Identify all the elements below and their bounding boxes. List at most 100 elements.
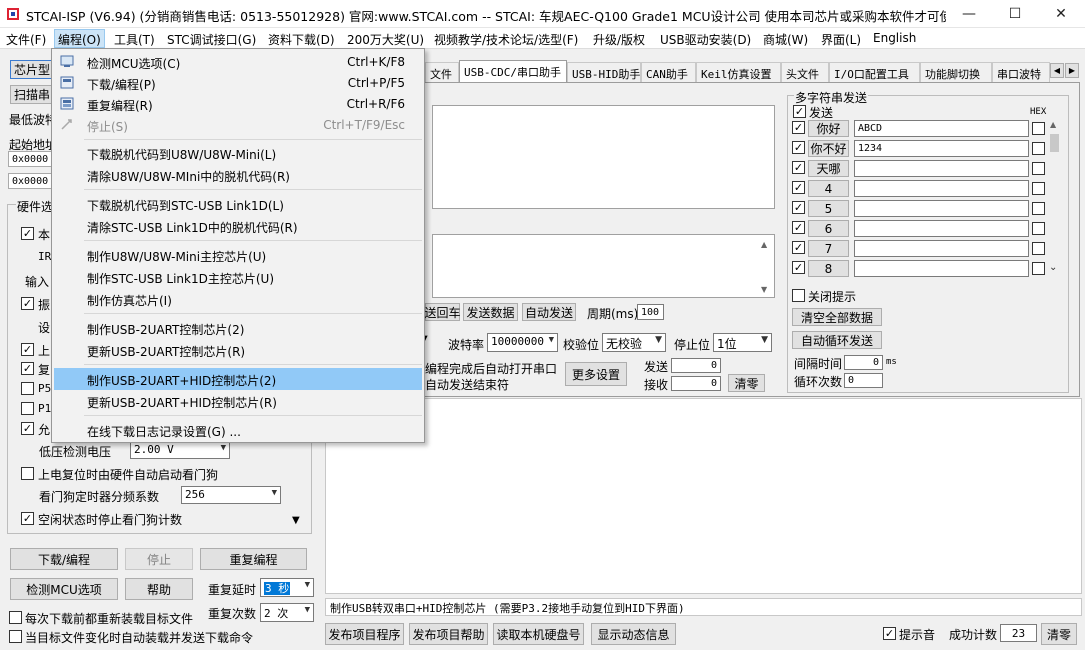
loop-count-input[interactable]: 0 (844, 373, 883, 388)
scan-port-button[interactable]: 扫描串 (10, 85, 52, 104)
menu-item-download-program[interactable]: 下载/编程(P) Ctrl+P/F5 (54, 72, 422, 94)
send-return-button[interactable]: 送回车 (425, 303, 461, 321)
multi-row-hex-checkbox[interactable] (1032, 122, 1045, 135)
maximize-button[interactable]: ☐ (992, 0, 1038, 28)
menu-item-clear-offline-u8w[interactable]: 清除U8W/U8W-MIni中的脱机代码(R) (54, 164, 422, 186)
repeat-delay-select[interactable]: 3 秒 ▼ (260, 578, 314, 597)
multi-row-hex-checkbox[interactable] (1032, 182, 1045, 195)
scroll-down-icon[interactable]: ▼ (761, 285, 767, 294)
multi-row-value-input[interactable] (854, 220, 1029, 237)
multi-row-send-checkbox[interactable]: ✓ (792, 241, 805, 254)
option-checkbox-9[interactable] (21, 402, 34, 415)
repeat-count-select[interactable]: 2 次 ▼ (260, 603, 314, 622)
multi-scrollbar[interactable]: ▲ ⌄ (1048, 120, 1061, 280)
interval-input[interactable]: 0 (844, 355, 883, 370)
menu-file[interactable]: 文件(F) (6, 31, 46, 48)
scroll-down-icon[interactable]: ⌄ (1049, 262, 1057, 273)
option-checkbox-4[interactable]: ✓ (21, 297, 34, 310)
menu-debug-interface[interactable]: STC调试接口(G) (167, 31, 256, 48)
scrollbar-thumb[interactable] (1050, 134, 1059, 152)
tab-header-file[interactable]: 头文件 (781, 62, 829, 82)
multi-row-name-button[interactable]: 天哪 (808, 160, 849, 177)
chip-model-button[interactable]: 芯片型 (10, 60, 52, 79)
close-button[interactable]: ✕ (1038, 0, 1084, 28)
parity-select[interactable]: 无校验 ▼ (602, 333, 666, 352)
tab-file[interactable]: 文件 (425, 62, 459, 82)
tab-can[interactable]: CAN助手 (641, 62, 696, 82)
clear-all-button[interactable]: 清空全部数据 (792, 308, 882, 326)
menu-ui[interactable]: 界面(L) (821, 31, 861, 48)
tab-io-config[interactable]: I/O口配置工具 (829, 62, 920, 82)
menu-english[interactable]: English (873, 31, 916, 45)
detect-mcu-button[interactable]: 检测MCU选项 (10, 578, 118, 600)
menu-prize[interactable]: 200万大奖(U) (347, 31, 424, 48)
menu-program[interactable]: 编程(O) (54, 29, 105, 48)
multi-row-value-input[interactable] (854, 240, 1029, 257)
publish-help-button[interactable]: 发布项目帮助 (409, 623, 488, 645)
idle-wdt-checkbox[interactable]: ✓ (21, 512, 34, 525)
publish-program-button[interactable]: 发布项目程序 (325, 623, 404, 645)
download-program-button[interactable]: 下载/编程 (10, 548, 118, 570)
menu-item-repeat-program[interactable]: 重复编程(R) Ctrl+R/F6 (54, 93, 422, 115)
reload-checkbox[interactable] (9, 611, 22, 624)
show-dynamic-info-button[interactable]: 显示动态信息 (591, 623, 676, 645)
menu-item-update-usb-2uart[interactable]: 更新USB-2UART控制芯片(R) (54, 339, 422, 361)
multi-row-hex-checkbox[interactable] (1032, 142, 1045, 155)
repeat-program-button[interactable]: 重复编程 (200, 548, 307, 570)
menu-item-stop[interactable]: 停止(S) Ctrl+T/F9/Esc (54, 114, 422, 136)
read-disk-id-button[interactable]: 读取本机硬盘号 (493, 623, 584, 645)
tab-scroll-right-icon[interactable]: ▶ (1065, 63, 1079, 78)
multi-row-name-button[interactable]: 5 (808, 200, 849, 217)
tab-usb-hid[interactable]: USB-HID助手 (567, 62, 641, 82)
auto-send-button[interactable]: 自动发送 (522, 303, 576, 321)
menu-item-make-usb-2uart[interactable]: 制作USB-2UART控制芯片(2) (54, 317, 422, 339)
period-input[interactable]: 100 (637, 304, 664, 320)
multi-row-name-button[interactable]: 8 (808, 260, 849, 277)
menu-item-detect-mcu[interactable]: 检测MCU选项(C) Ctrl+K/F8 (54, 51, 422, 73)
multi-row-hex-checkbox[interactable] (1032, 162, 1045, 175)
multi-row-value-input[interactable] (854, 180, 1029, 197)
tab-pin-switch[interactable]: 功能脚切换 (920, 62, 992, 82)
multi-row-name-button[interactable]: 你好 (808, 120, 849, 137)
stop-button[interactable]: 停止 (125, 548, 193, 570)
menu-item-make-usb-2uart-hid[interactable]: 制作USB-2UART+HID控制芯片(2) (54, 368, 422, 390)
option-checkbox-1[interactable]: ✓ (21, 227, 34, 240)
clear-count-button[interactable]: 清零 (728, 374, 765, 392)
help-button[interactable]: 帮助 (125, 578, 193, 600)
auto-send-checkbox[interactable] (9, 630, 22, 643)
multi-row-value-input[interactable] (854, 160, 1029, 177)
receive-buffer[interactable] (432, 105, 775, 209)
multi-row-value-input[interactable]: 1234 (854, 140, 1029, 157)
menu-upgrade[interactable]: 升级/版权 (593, 31, 645, 48)
menu-item-make-link1d-chip[interactable]: 制作STC-USB Link1D主控芯片(U) (54, 266, 422, 288)
menu-downloads[interactable]: 资料下载(D) (268, 31, 335, 48)
minimize-button[interactable]: — (946, 0, 992, 28)
beep-checkbox[interactable]: ✓ (883, 627, 896, 640)
multi-row-hex-checkbox[interactable] (1032, 242, 1045, 255)
baud-select[interactable]: 10000000 ▼ (487, 333, 558, 352)
menu-item-download-offline-link1d[interactable]: 下载脱机代码到STC-USB Link1D(L) (54, 193, 422, 215)
menu-video[interactable]: 视频教学/技术论坛/选型(F) (434, 31, 578, 48)
clear-success-button[interactable]: 清零 (1041, 623, 1077, 645)
menu-item-make-u8w-chip[interactable]: 制作U8W/U8W-Mini主控芯片(U) (54, 244, 422, 266)
multi-row-value-input[interactable] (854, 260, 1029, 277)
tab-usb-cdc[interactable]: USB-CDC/串口助手 (459, 60, 567, 82)
scroll-up-icon[interactable]: ▲ (1050, 120, 1059, 132)
send-data-button[interactable]: 发送数据 (463, 303, 518, 321)
menu-item-make-emulator-chip[interactable]: 制作仿真芯片(I) (54, 288, 422, 310)
output-log[interactable] (325, 398, 1082, 594)
scroll-up-icon[interactable]: ▲ (761, 240, 767, 249)
menu-item-log-settings[interactable]: 在线下载日志记录设置(G) ... (54, 419, 422, 441)
start-address-input-1[interactable]: 0x0000 (8, 151, 54, 167)
option-checkbox-8[interactable] (21, 382, 34, 395)
multi-row-send-checkbox[interactable]: ✓ (792, 221, 805, 234)
auto-loop-send-button[interactable]: 自动循环发送 (792, 331, 882, 349)
close-hint-checkbox[interactable] (792, 289, 805, 302)
start-address-input-2[interactable]: 0x0000 (8, 173, 54, 189)
menu-tools[interactable]: 工具(T) (114, 31, 155, 48)
multi-row-send-checkbox[interactable]: ✓ (792, 181, 805, 194)
multi-row-send-checkbox[interactable]: ✓ (792, 141, 805, 154)
menu-mall[interactable]: 商城(W) (763, 31, 808, 48)
tab-keil[interactable]: Keil仿真设置 (696, 62, 781, 82)
multi-row-hex-checkbox[interactable] (1032, 202, 1045, 215)
